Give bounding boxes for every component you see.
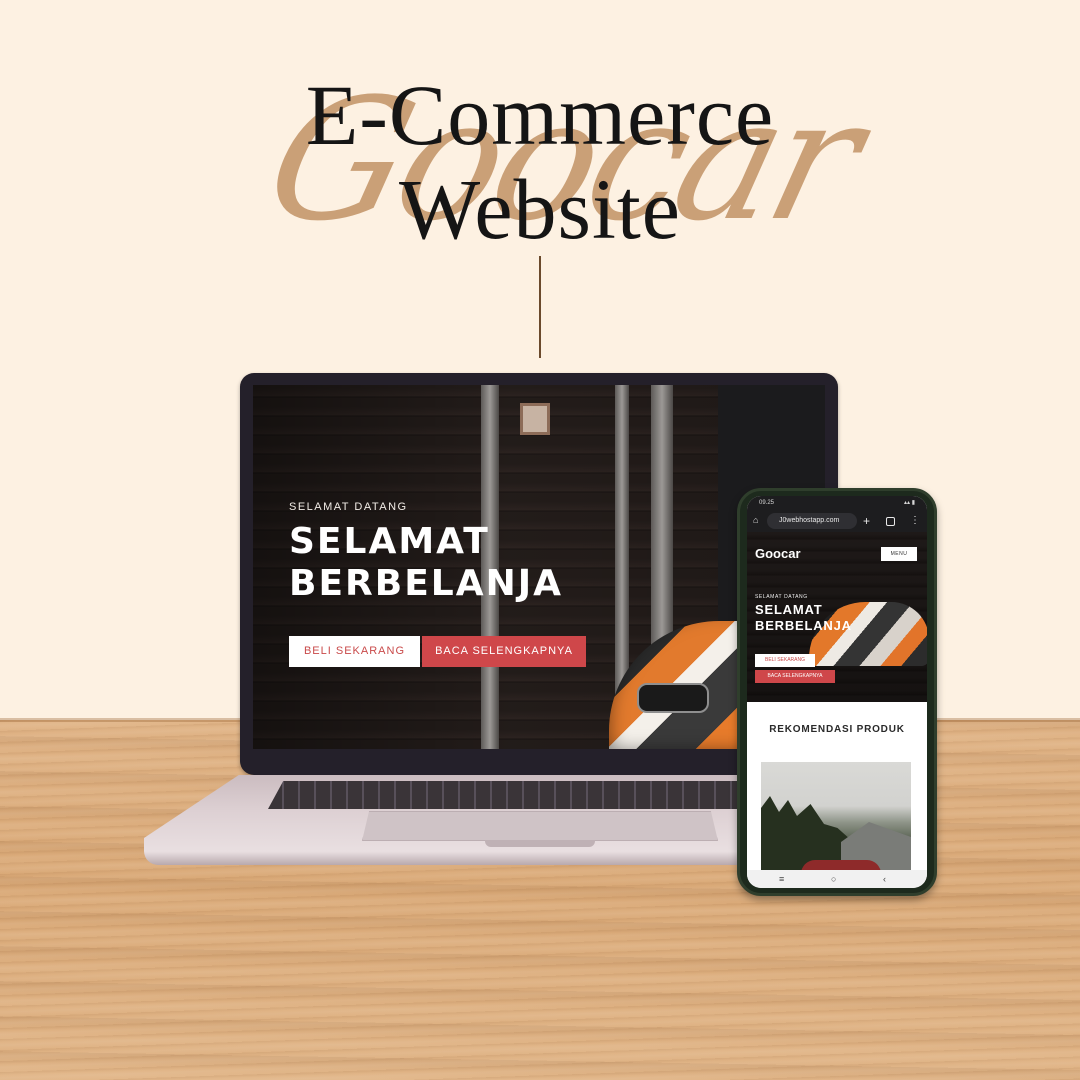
- wall-lamp: [520, 403, 550, 435]
- signal-icon: ▴▴ ▮: [904, 500, 915, 506]
- recent-apps-icon[interactable]: ≡: [779, 870, 784, 888]
- status-bar: 09.25 ▴▴ ▮: [747, 496, 927, 510]
- site-logo[interactable]: Goocar: [755, 546, 801, 561]
- mobile-read-more-button[interactable]: BACA SELENGKAPNYA: [755, 670, 835, 683]
- kebab-icon[interactable]: ⋮: [910, 513, 920, 529]
- title-line-2: Website: [399, 161, 681, 257]
- nav-home-icon[interactable]: ○: [831, 870, 836, 888]
- mobile-hero: Goocar MENU SELAMAT DATANG SELAMAT BERBE…: [747, 532, 927, 702]
- laptop-trackpad: [362, 811, 718, 841]
- mobile-hero-eyebrow: SELAMAT DATANG: [755, 594, 808, 600]
- hero-heading: SELAMAT BERBELANJA: [289, 521, 563, 604]
- browser-toolbar: ⌂ J0webhostapp.com + ⋮: [747, 510, 927, 532]
- vertical-divider: [539, 256, 541, 358]
- phone-screen: 09.25 ▴▴ ▮ ⌂ J0webhostapp.com + ⋮ Goocar…: [747, 496, 927, 888]
- hero-eyebrow: SELAMAT DATANG: [289, 501, 408, 513]
- status-time: 09.25: [759, 500, 775, 506]
- section-title: REKOMENDASI PRODUK: [769, 724, 905, 735]
- tabs-icon[interactable]: [886, 517, 895, 526]
- read-more-button[interactable]: BACA SELENGKAPNYA: [422, 636, 586, 667]
- laptop-notch: [485, 840, 595, 847]
- mobile-buy-now-button[interactable]: BELI SEKARANG: [755, 654, 815, 667]
- address-bar[interactable]: J0webhostapp.com: [767, 513, 857, 529]
- system-nav-bar: ≡ ○ ‹: [747, 870, 927, 888]
- product-card-image[interactable]: [761, 762, 911, 872]
- title-line-1: E-Commerce: [305, 67, 775, 163]
- buy-now-button[interactable]: BELI SEKARANG: [289, 636, 420, 667]
- back-icon[interactable]: ‹: [883, 870, 886, 888]
- home-icon[interactable]: ⌂: [753, 515, 763, 525]
- car-grille: [637, 683, 709, 713]
- laptop-keyboard: [268, 781, 776, 809]
- plus-icon[interactable]: +: [863, 513, 870, 529]
- menu-button[interactable]: MENU: [881, 547, 917, 561]
- mobile-hero-heading: SELAMAT BERBELANJA: [755, 602, 852, 633]
- page-title: E-Commerce Website: [240, 68, 840, 256]
